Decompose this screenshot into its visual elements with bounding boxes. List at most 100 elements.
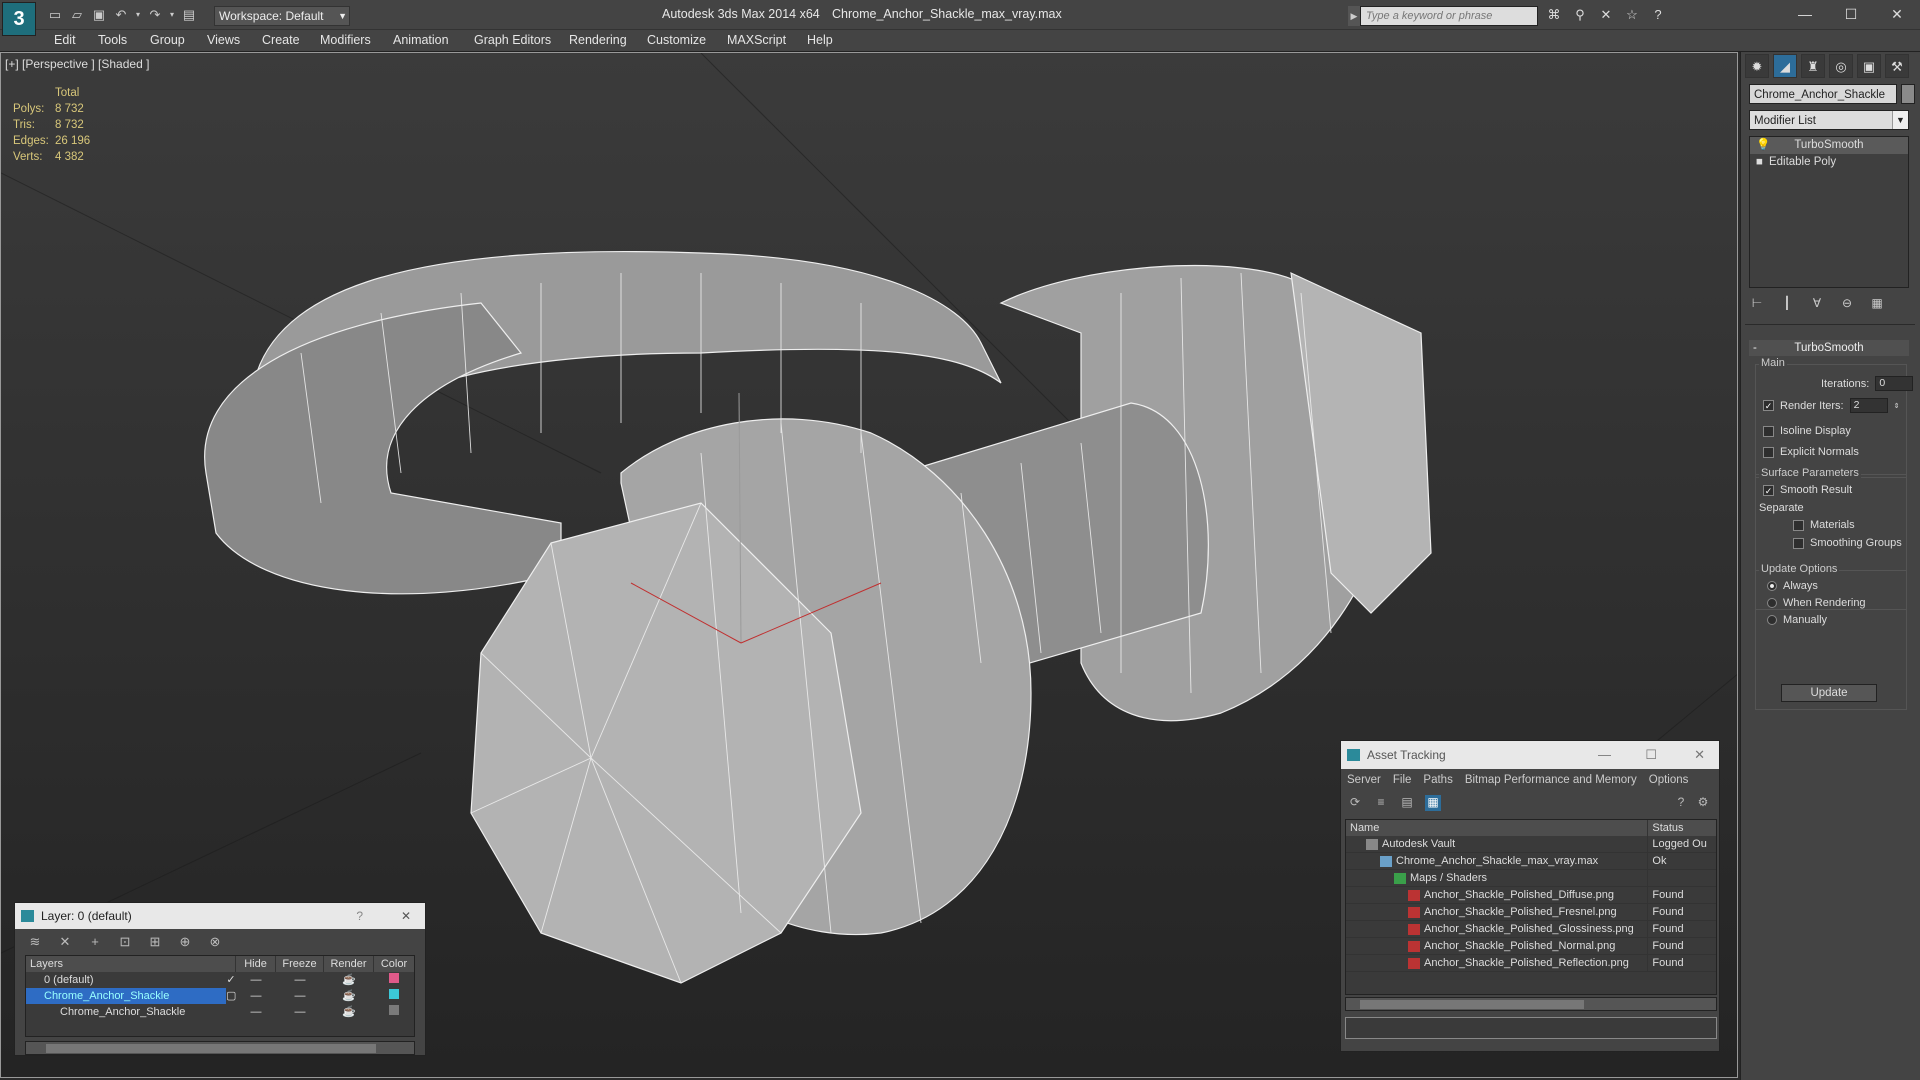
select-objects-icon[interactable]: ⊞: [147, 934, 163, 950]
table-view-icon[interactable]: ▤: [1399, 795, 1415, 811]
asset-menu-server[interactable]: Server: [1347, 769, 1381, 791]
add-layer-icon[interactable]: +: [87, 934, 103, 950]
hierarchy-tab-icon[interactable]: ♜: [1801, 54, 1825, 78]
refresh-icon[interactable]: ⟳: [1347, 795, 1363, 811]
pin-stack-icon[interactable]: ⊢: [1749, 296, 1765, 312]
asset-row[interactable]: Anchor_Shackle_Polished_Diffuse.png Found: [1346, 887, 1716, 904]
layer-panel-header[interactable]: Layer: 0 (default)? ✕: [15, 903, 425, 929]
redo-icon[interactable]: ↷: [146, 6, 164, 24]
asset-row[interactable]: Anchor_Shackle_Polished_Fresnel.png Found: [1346, 904, 1716, 921]
remove-modifier-icon[interactable]: ⊖: [1839, 296, 1855, 312]
menu-graph-editors[interactable]: Graph Editors: [474, 33, 551, 47]
render-teapot-icon[interactable]: ☕: [324, 972, 374, 988]
layer-horizontal-scrollbar[interactable]: [25, 1041, 415, 1055]
layer-color-swatch[interactable]: [374, 1004, 414, 1020]
smoothing-groups-checkbox[interactable]: [1793, 537, 1804, 549]
new-file-icon[interactable]: ▭: [46, 6, 64, 24]
asset-menu-options[interactable]: Options: [1649, 769, 1689, 791]
asset-row[interactable]: Maps / Shaders: [1346, 870, 1716, 887]
favorites-star-icon[interactable]: ☆: [1622, 6, 1642, 24]
undo-dropdown-icon[interactable]: ▾: [134, 6, 142, 24]
minimize-icon[interactable]: —: [1598, 741, 1611, 769]
search-input[interactable]: Type a keyword or phrase: [1360, 6, 1538, 26]
isoline-checkbox[interactable]: [1763, 425, 1774, 437]
scrollbar-thumb[interactable]: [1360, 1000, 1584, 1009]
smooth-result-checkbox[interactable]: ✓: [1763, 484, 1774, 496]
make-unique-icon[interactable]: ∀: [1809, 296, 1825, 312]
asset-horizontal-scrollbar[interactable]: [1345, 997, 1717, 1011]
layer-object-row[interactable]: Chrome_Anchor_Shackle — — ☕: [26, 1004, 414, 1020]
viewport-label[interactable]: [+] [Perspective ] [Shaded ]: [5, 57, 149, 71]
asset-menu-paths[interactable]: Paths: [1423, 769, 1452, 791]
modifier-list-dropdown[interactable]: Modifier List ▼: [1749, 110, 1909, 130]
menu-customize[interactable]: Customize: [647, 33, 706, 47]
lightbulb-icon[interactable]: 💡: [1756, 137, 1770, 154]
menu-modifiers[interactable]: Modifiers: [320, 33, 371, 47]
update-button[interactable]: Update: [1781, 684, 1877, 702]
subscription-icon[interactable]: ⚲: [1570, 6, 1590, 24]
turbosmooth-rollout-header[interactable]: - TurboSmooth: [1749, 340, 1909, 356]
save-icon[interactable]: ▣: [90, 6, 108, 24]
col-freeze[interactable]: Freeze: [276, 956, 324, 972]
menu-maxscript[interactable]: MAXScript: [727, 33, 786, 47]
hide-all-icon[interactable]: ⊗: [207, 934, 223, 950]
add-selection-icon[interactable]: ⊕: [177, 934, 193, 950]
menu-animation[interactable]: Animation: [393, 33, 449, 47]
undo-icon[interactable]: ↶: [112, 6, 130, 24]
explicit-normals-checkbox[interactable]: [1763, 446, 1774, 458]
help-icon[interactable]: ?: [1673, 795, 1689, 811]
hide-toggle[interactable]: —: [236, 1004, 276, 1020]
menu-create[interactable]: Create: [262, 33, 300, 47]
open-file-icon[interactable]: ▱: [68, 6, 86, 24]
grid-view-icon[interactable]: ▦: [1425, 795, 1441, 811]
menu-group[interactable]: Group: [150, 33, 185, 47]
freeze-toggle[interactable]: —: [276, 1004, 324, 1020]
binoculars-icon[interactable]: ⌘: [1544, 6, 1564, 24]
minimize-button[interactable]: —: [1782, 0, 1828, 28]
col-hide[interactable]: Hide: [236, 956, 276, 972]
iterations-spinner[interactable]: 0: [1875, 376, 1914, 391]
object-name-field[interactable]: Chrome_Anchor_Shackle: [1749, 84, 1897, 104]
asset-menu-bitmap[interactable]: Bitmap Performance and Memory: [1465, 769, 1637, 791]
stack-item-editable-poly[interactable]: ■ Editable Poly: [1750, 154, 1908, 171]
help-icon[interactable]: ?: [356, 903, 363, 929]
select-highlight-icon[interactable]: ⊡: [117, 934, 133, 950]
col-status[interactable]: Status: [1648, 820, 1716, 836]
spinner-arrows-icon[interactable]: ⇕: [1894, 402, 1900, 410]
show-end-result-icon[interactable]: ┃: [1779, 296, 1795, 312]
freeze-toggle[interactable]: —: [276, 972, 324, 988]
object-color-swatch[interactable]: [1901, 84, 1915, 104]
asset-panel-header[interactable]: Asset Tracking — ☐ ✕: [1341, 741, 1719, 769]
menu-rendering[interactable]: Rendering: [569, 33, 627, 47]
workspace-selector[interactable]: Workspace: Default ▼: [214, 6, 350, 26]
layer-color-swatch[interactable]: [374, 988, 414, 1004]
motion-tab-icon[interactable]: ◎: [1829, 54, 1853, 78]
configure-sets-icon[interactable]: ▦: [1869, 296, 1885, 312]
display-tab-icon[interactable]: ▣: [1857, 54, 1881, 78]
object-row-name[interactable]: Chrome_Anchor_Shackle: [26, 1004, 236, 1020]
layer-color-swatch[interactable]: [374, 972, 414, 988]
layer-row-selected[interactable]: Chrome_Anchor_Shackle ▢ — — ☕: [26, 988, 414, 1004]
asset-row[interactable]: Autodesk Vault Logged Ou: [1346, 836, 1716, 853]
col-layers[interactable]: Layers: [26, 956, 236, 972]
render-iters-spinner[interactable]: 2: [1849, 398, 1888, 413]
asset-row[interactable]: Anchor_Shackle_Polished_Normal.png Found: [1346, 938, 1716, 955]
render-teapot-icon[interactable]: ☕: [324, 1004, 374, 1020]
create-tab-icon[interactable]: ✹: [1745, 54, 1769, 78]
project-folder-icon[interactable]: ▤: [180, 6, 198, 24]
maximize-button[interactable]: ☐: [1828, 0, 1874, 28]
asset-row[interactable]: Anchor_Shackle_Polished_Reflection.png Fo…: [1346, 955, 1716, 972]
delete-layer-icon[interactable]: ✕: [57, 934, 73, 950]
layer-row-name[interactable]: Chrome_Anchor_Shackle: [26, 988, 226, 1004]
col-render[interactable]: Render: [324, 956, 374, 972]
settings-icon[interactable]: ⚙: [1695, 795, 1711, 811]
maximize-icon[interactable]: ☐: [1645, 741, 1657, 769]
communication-icon[interactable]: ✕: [1596, 6, 1616, 24]
menu-tools[interactable]: Tools: [98, 33, 127, 47]
asset-path-field[interactable]: [1345, 1017, 1717, 1039]
render-iters-checkbox[interactable]: ✓: [1763, 400, 1774, 411]
layer-row-name[interactable]: 0 (default): [26, 972, 226, 988]
close-button[interactable]: ✕: [1874, 0, 1920, 28]
render-teapot-icon[interactable]: ☕: [324, 988, 374, 1004]
utilities-tab-icon[interactable]: ⚒: [1885, 54, 1909, 78]
